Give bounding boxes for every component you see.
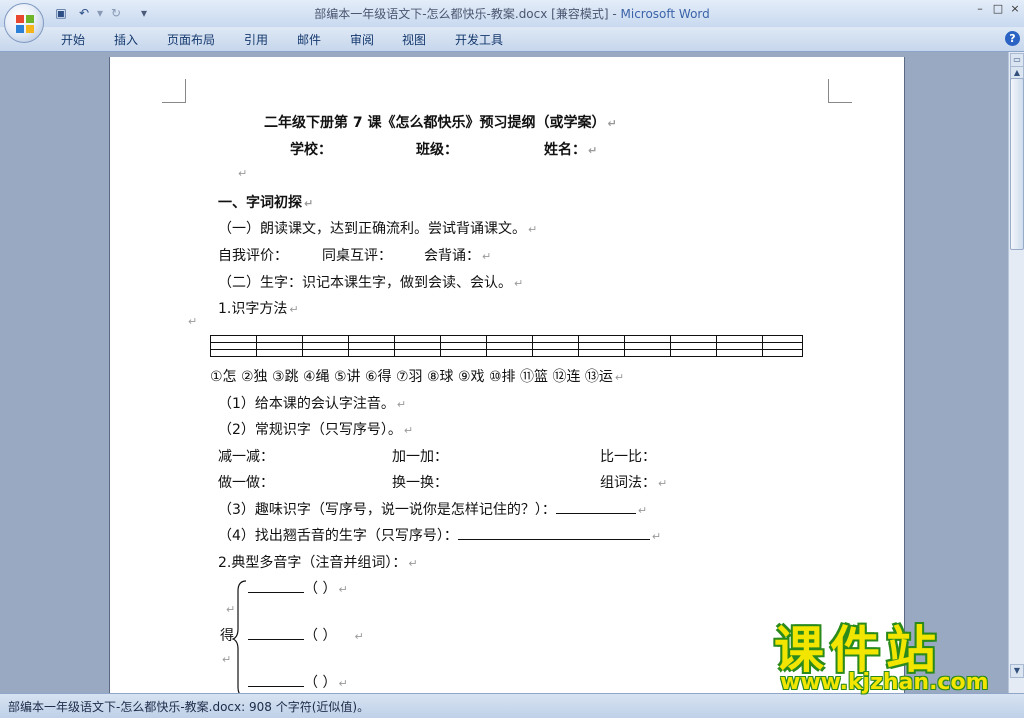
polyphone-character: 得 — [220, 628, 234, 644]
polyphone-blank-2[interactable]: （ ） ↵ — [248, 625, 364, 645]
tab-review[interactable]: 审阅 — [350, 31, 374, 48]
task1-text: （一）朗读课文，达到正确流利。尝试背诵课文。 ↵ — [218, 221, 538, 237]
office-button[interactable] — [4, 3, 44, 43]
empty-paragraph: ↵ — [226, 603, 236, 616]
polyphone-blank-1[interactable]: （ ） ↵ — [248, 578, 348, 598]
tab-insert[interactable]: 插入 — [114, 31, 138, 48]
window-title: 部编本一年级语文下-怎么都快乐-教案.docx [兼容模式] - Microso… — [0, 5, 1024, 22]
polyphone-heading: 2.典型多音字（注音并组词）： ↵ — [218, 555, 418, 571]
info-name-label: 姓名： ↵ — [544, 142, 598, 158]
status-text: 部编本一年级语文下-怎么都快乐-教案.docx: 908 个字符(近似值)。 — [8, 700, 370, 714]
tab-mailings[interactable]: 邮件 — [297, 31, 321, 48]
document-title: 二年级下册第 7 课《怎么都快乐》预习提纲（或学案） ↵ — [264, 115, 617, 131]
title-document-name: 部编本一年级语文下-怎么都快乐-教案.docx [兼容模式] - — [314, 7, 621, 21]
sub-task-2: （2）常规识字（只写序号）。 ↵ — [218, 422, 414, 438]
margin-corner-top-right — [828, 79, 852, 103]
method-compare-label: 比一比： — [600, 449, 656, 465]
scroll-thumb[interactable] — [1010, 78, 1024, 250]
method-heading: 1.识字方法 ↵ — [218, 301, 299, 317]
method-word-label: 组词法： ↵ — [600, 475, 668, 491]
info-class-label: 班级： — [416, 142, 458, 158]
office-logo-icon — [16, 15, 34, 33]
section1-heading: 一、字词初探 ↵ — [218, 195, 314, 211]
method-add-label: 加一加： — [392, 449, 448, 465]
tab-developer[interactable]: 开发工具 — [455, 31, 503, 48]
tab-page-layout[interactable]: 页面布局 — [167, 31, 215, 48]
method-subtract-label: 减一减： — [218, 449, 274, 465]
empty-paragraph: ↵ — [238, 167, 248, 180]
document-workspace: 二年级下册第 7 课《怎么都快乐》预习提纲（或学案） ↵ 学校： 班级： 姓名： ↵… — [0, 52, 1008, 693]
character-list: ①怎 ②独 ③跳 ④绳 ⑤讲 ⑥得 ⑦羽 ⑧球 ⑨戏 ⑩排 ⑪篮 ⑫连 ⑬运 ↵ — [210, 369, 625, 385]
info-school-label: 学校： — [290, 142, 332, 158]
tab-view[interactable]: 视图 — [402, 31, 426, 48]
scroll-down-icon[interactable]: ▼ — [1010, 664, 1024, 678]
eval-self-label: 自我评价： — [218, 248, 288, 264]
title-app-name: Microsoft Word — [620, 7, 710, 21]
task2-text: （二）生字：识记本课生字，做到会读、会认。 ↵ — [218, 275, 524, 291]
tab-references[interactable]: 引用 — [244, 31, 268, 48]
method-act-label: 做一做： — [218, 475, 274, 491]
watermark-url: www.kjzhan.com — [780, 670, 989, 695]
title-bar: ▣ ↶ ▾ ↻ ▾ 部编本一年级语文下-怎么都快乐-教案.docx [兼容模式]… — [0, 0, 1024, 27]
document-page[interactable]: 二年级下册第 7 课《怎么都快乐》预习提纲（或学案） ↵ 学校： 班级： 姓名： ↵… — [110, 57, 904, 693]
restore-button[interactable]: □ — [990, 2, 1006, 16]
minimize-button[interactable]: – — [972, 2, 988, 16]
pinyin-grid[interactable] — [210, 335, 803, 357]
sub-task-1: （1）给本课的会认字注音。 ↵ — [218, 396, 407, 412]
polyphone-blank-3[interactable]: （ ） ↵ — [248, 672, 348, 692]
empty-paragraph: ↵ — [222, 653, 232, 666]
tab-home[interactable]: 开始 — [61, 31, 85, 48]
status-bar: 部编本一年级语文下-怎么都快乐-教案.docx: 908 个字符(近似值)。 — [0, 693, 1024, 718]
brace-bracket — [232, 580, 247, 693]
empty-paragraph: ↵ — [188, 315, 198, 328]
sub-task-3: （3）趣味识字（写序号，说一说你是怎样记住的？）： ↵ — [218, 502, 648, 518]
vertical-scrollbar[interactable]: ▭ ▲ ▼ — [1008, 52, 1024, 693]
eval-recite-label: 会背诵： ↵ — [424, 248, 492, 264]
ribbon-tabs: 开始 插入 页面布局 引用 邮件 审阅 视图 开发工具 ? — [0, 27, 1024, 52]
eval-peer-label: 同桌互评： — [322, 248, 392, 264]
help-icon[interactable]: ? — [1005, 31, 1020, 46]
close-button[interactable]: × — [1007, 2, 1023, 16]
method-swap-label: 换一换： — [392, 475, 448, 491]
sub-task-4: （4）找出翘舌音的生字（只写序号）： ↵ — [218, 528, 662, 544]
margin-corner-top-left — [162, 79, 186, 103]
ruler-toggle-icon[interactable]: ▭ — [1010, 53, 1024, 67]
